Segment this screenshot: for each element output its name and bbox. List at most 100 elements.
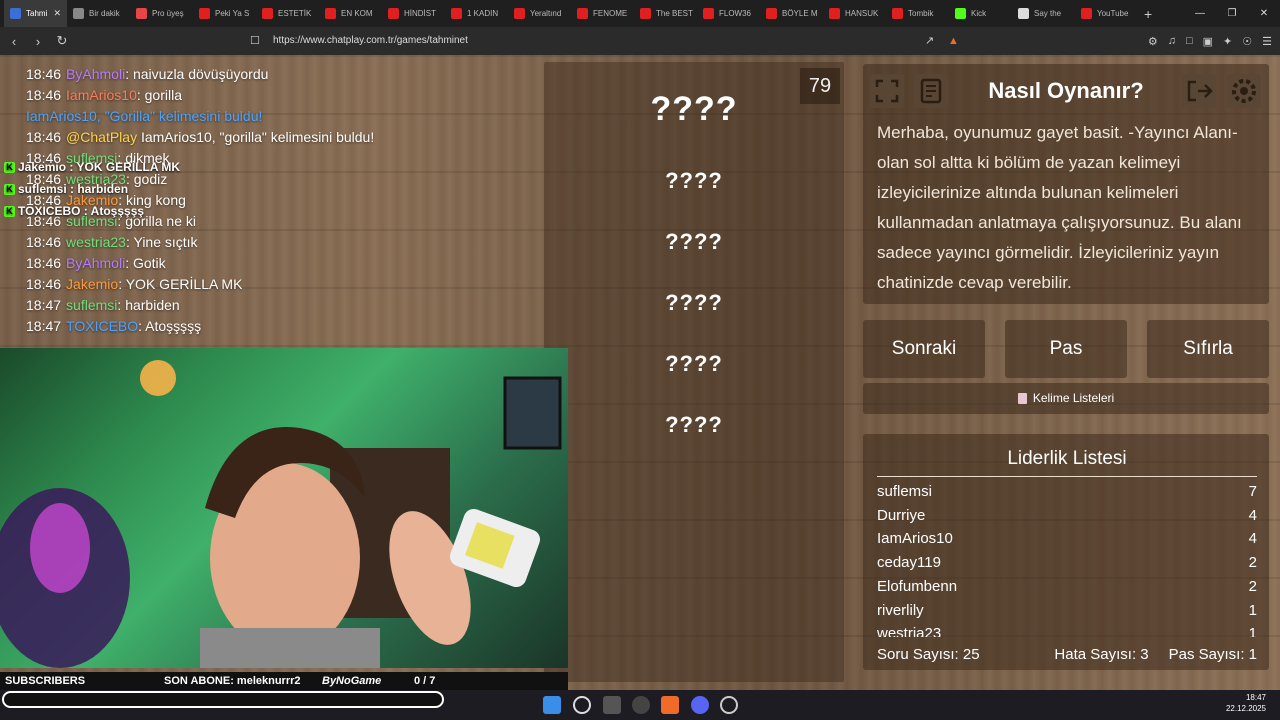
browser-tab[interactable]: 1 KADIN xyxy=(445,0,508,27)
ai-icon[interactable]: ✦ xyxy=(1223,35,1232,48)
player-name: IamArios10 xyxy=(877,530,953,548)
chatgpt-icon[interactable] xyxy=(632,696,650,714)
menu-icon[interactable]: ☰ xyxy=(1262,35,1272,48)
browser-tab-bar: Tahmi ✕ Bir dakik Pro üyeş Peki Ya S ESTETİK E… xyxy=(0,0,1280,27)
search-icon[interactable] xyxy=(573,696,591,714)
gear-icon[interactable] xyxy=(1227,74,1261,108)
tab-favicon-icon xyxy=(262,8,273,19)
tab-label: ESTETİK xyxy=(278,9,312,18)
wallet-icon[interactable]: ▣ xyxy=(1203,35,1213,48)
minimize-icon[interactable]: — xyxy=(1184,0,1216,27)
hidden-word: ???? xyxy=(665,168,723,193)
tab-label: Say the xyxy=(1034,9,1062,18)
overlay-chat-message: K TOXICEBO : Atoşşşşş xyxy=(4,204,144,218)
tab-label: YouTube xyxy=(1097,9,1129,18)
system-tray-clock[interactable]: 18:47 22.12.2025 xyxy=(1226,692,1266,714)
tab-label: HANSUK xyxy=(845,9,879,18)
howto-title: Nasıl Oynanır? xyxy=(988,78,1144,103)
browser-tab[interactable]: Tahmi ✕ xyxy=(4,0,67,27)
chat-time: 18:46 xyxy=(26,255,62,271)
browser-tab[interactable]: FLOW36 xyxy=(697,0,760,27)
chat-message: 18:47 TOXICEBO: Atoşşşşş xyxy=(26,318,201,334)
tab-favicon-icon xyxy=(892,8,903,19)
browser-tab[interactable]: Pro üyeş xyxy=(130,0,193,27)
clock-time: 18:47 xyxy=(1245,693,1266,702)
share-icon[interactable]: ↗ xyxy=(925,27,934,55)
chat-text: Gotik xyxy=(132,255,166,271)
browser-tab[interactable]: Peki Ya S xyxy=(193,0,256,27)
browser-tab[interactable]: ESTETİK xyxy=(256,0,319,27)
player-name: riverlily xyxy=(877,601,924,619)
fullscreen-icon[interactable] xyxy=(870,74,904,108)
discord-icon[interactable] xyxy=(691,696,709,714)
tab-favicon-icon xyxy=(829,8,840,19)
window-controls: — ❐ ✕ xyxy=(1184,0,1280,27)
list-icon xyxy=(1017,393,1027,405)
back-icon[interactable]: ‹ xyxy=(4,34,24,49)
new-tab-icon[interactable]: + xyxy=(1144,6,1152,22)
tab-label: 1 KADIN xyxy=(467,9,499,18)
chat-time: 18:47 xyxy=(26,318,62,334)
sidebar-icon[interactable]: □ xyxy=(1186,35,1193,47)
browser-tab[interactable]: FENOME xyxy=(571,0,634,27)
leaderboard-row: suflemsi 7 xyxy=(877,483,1257,500)
browser-tab[interactable]: The BEST xyxy=(634,0,697,27)
brave-shield-icon[interactable]: ▲ xyxy=(948,27,959,55)
browser-tab[interactable]: Bir dakik xyxy=(67,0,130,27)
chat-text: IamArios10, "gorilla" kelimesini buldu! xyxy=(140,129,375,145)
app-icon[interactable] xyxy=(720,696,738,714)
tab-label: Tahmi xyxy=(26,9,48,18)
close-icon[interactable]: ✕ xyxy=(1248,0,1280,27)
chat-text: gorilla xyxy=(144,87,182,103)
url-field[interactable]: https://www.chatplay.com.tr/games/tahmin… xyxy=(273,27,468,55)
reload-icon[interactable]: ↻ xyxy=(52,33,72,49)
chat-username: ByAhmoli xyxy=(66,66,126,82)
tab-label: Tombik xyxy=(908,9,934,18)
leaderboard-row: Durriye 4 xyxy=(877,507,1257,524)
chat-text: harbiden xyxy=(125,297,180,313)
exit-icon[interactable] xyxy=(1182,74,1216,108)
brave-icon[interactable] xyxy=(661,696,679,714)
browser-tab[interactable]: BÖYLE M xyxy=(760,0,823,27)
player-score: 1 xyxy=(1248,601,1257,619)
forward-icon[interactable]: › xyxy=(28,34,48,49)
task-view-icon[interactable] xyxy=(603,696,621,714)
reset-button[interactable]: Sıfırla xyxy=(1147,320,1269,378)
tab-label: BÖYLE M xyxy=(782,9,818,18)
extensions-icon[interactable]: ⚙ xyxy=(1148,35,1158,48)
browser-tab[interactable]: Yeraltınd xyxy=(508,0,571,27)
extension-icons: ⚙ ♫ □ ▣ ✦ ☉ ☰ xyxy=(1148,27,1272,55)
hidden-word: ???? xyxy=(665,412,723,437)
media-icon[interactable]: ♫ xyxy=(1168,35,1176,47)
browser-tab[interactable]: EN KOM xyxy=(319,0,382,27)
chat-username: TOXICEBO xyxy=(66,318,139,334)
tab-label: Bir dakik xyxy=(89,9,120,18)
tab-label: Kick xyxy=(971,9,987,18)
browser-tab[interactable]: HİNDİST xyxy=(382,0,445,27)
browser-tab[interactable]: HANSUK xyxy=(823,0,886,27)
hidden-word: ???? xyxy=(665,351,723,376)
player-name: Elofumbenn xyxy=(877,577,958,595)
bookmark-icon[interactable]: ☐ xyxy=(250,27,260,55)
next-button[interactable]: Sonraki xyxy=(863,320,985,378)
browser-tab[interactable]: YouTube xyxy=(1075,0,1138,27)
tab-favicon-icon xyxy=(766,8,777,19)
browser-tab[interactable]: Tombik xyxy=(886,0,949,27)
windows-start-icon[interactable] xyxy=(543,696,561,714)
browser-tab[interactable]: Kick xyxy=(949,0,1012,27)
tab-favicon-icon xyxy=(577,8,588,19)
tab-close-icon[interactable]: ✕ xyxy=(53,8,61,19)
pass-button[interactable]: Pas xyxy=(1005,320,1127,378)
word-lists-button[interactable]: Kelime Listeleri xyxy=(863,383,1269,414)
webcam-feed xyxy=(0,348,568,668)
chat-separator: : xyxy=(125,66,133,82)
browser-tab[interactable]: Say the xyxy=(1012,0,1075,27)
tab-favicon-icon xyxy=(388,8,399,19)
chat-time: 18:46 xyxy=(26,234,62,250)
notes-icon[interactable] xyxy=(914,74,948,108)
vpn-icon[interactable]: ☉ xyxy=(1242,35,1252,48)
restore-icon[interactable]: ❐ xyxy=(1216,0,1248,27)
address-bar: ‹ › ↻ ☐ https://www.chatplay.com.tr/game… xyxy=(0,27,1280,55)
leaderboard-row: IamArios10 4 xyxy=(877,530,1257,547)
player-score: 7 xyxy=(1248,483,1257,500)
